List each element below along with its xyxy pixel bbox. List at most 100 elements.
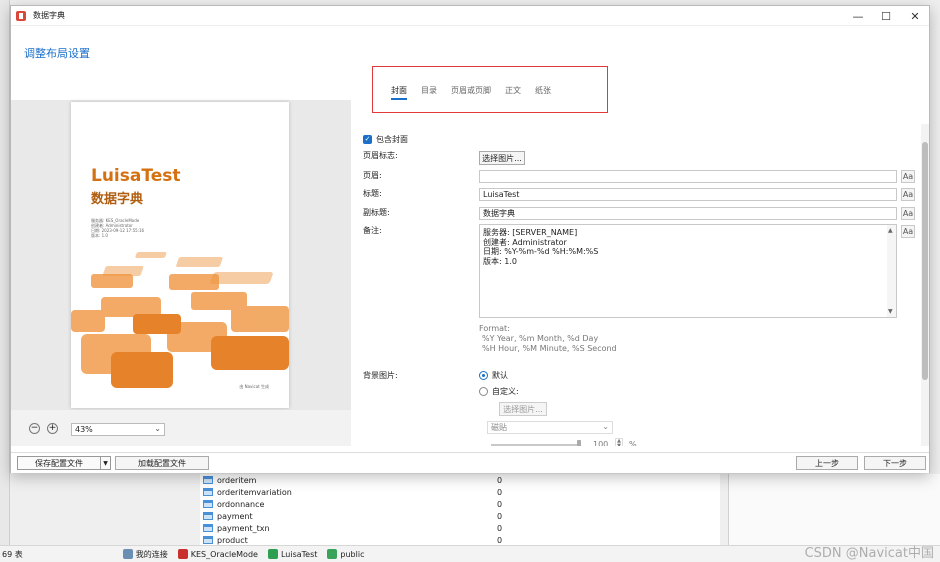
opacity-slider-handle[interactable] <box>577 440 581 446</box>
choose-logo-button[interactable]: 选择图片... <box>479 151 525 165</box>
status-server: KES_OracleMode <box>177 549 258 559</box>
cover-info: 服务器: KES_OracleMode 创建者: Administrator 日… <box>91 218 144 238</box>
preview-zoom-controls: − + 43% ⌄ <box>11 410 351 446</box>
tab-cover[interactable]: 封面 <box>391 85 407 100</box>
cover-artwork <box>71 252 289 388</box>
table-name: ordonnance <box>217 499 265 509</box>
radio-selected-icon <box>479 371 488 380</box>
tab-toc[interactable]: 目录 <box>421 85 437 100</box>
status-database-label: LuisaTest <box>280 549 318 559</box>
tile-mode-value: 磁贴 <box>491 423 507 432</box>
connections-icon <box>122 549 133 559</box>
tab-body[interactable]: 正文 <box>505 85 521 100</box>
data-dictionary-dialog: 数据字典 — ☐ ✕ 调整布局设置 封面 目录 页眉或页脚 正文 纸张 Luis… <box>10 5 930 473</box>
table-row[interactable]: orderitem 0 <box>200 474 720 486</box>
format-help-line: %Y Year, %m Month, %d Day <box>482 334 599 343</box>
page-header-label: 页眉: <box>363 171 382 180</box>
tab-header-footer[interactable]: 页眉或页脚 <box>451 85 491 100</box>
format-help-text: Format: %Y Year, %m Month, %d Day %H Hou… <box>479 324 617 354</box>
tab-paper[interactable]: 纸张 <box>535 85 551 100</box>
window-title: 数据字典 <box>33 11 65 20</box>
table-row[interactable]: orderitemvariation 0 <box>200 486 720 498</box>
database-icon <box>267 549 278 559</box>
scroll-down-icon[interactable]: ▼ <box>888 307 893 317</box>
cover-preview-page: LuisaTest 数据字典 服务器: KES_OracleMode 创建者: … <box>71 102 289 408</box>
notes-textarea[interactable]: 服务器: [SERVER_NAME] 创建者: Administrator 日期… <box>479 224 897 318</box>
subtitle-input[interactable]: 数据字典 <box>479 207 897 220</box>
status-database: LuisaTest <box>267 549 318 559</box>
background-left-panel <box>0 0 10 545</box>
title-input[interactable]: LuisaTest <box>479 188 897 201</box>
include-cover-checkbox[interactable]: ✓ 包含封面 <box>363 134 408 145</box>
subtitle-font-button[interactable]: Aa <box>901 207 915 220</box>
notes-line: 版本: 1.0 <box>483 256 517 266</box>
radio-unselected-icon <box>479 387 488 396</box>
header-logo-label: 页眉标志: <box>363 151 398 160</box>
table-icon <box>203 512 213 520</box>
notes-font-button[interactable]: Aa <box>901 225 915 238</box>
table-name: orderitem <box>217 475 257 485</box>
previous-step-button[interactable]: 上一步 <box>796 456 858 470</box>
table-row-count: 0 <box>497 475 503 485</box>
zoom-value: 43% <box>75 425 93 434</box>
table-row-count: 0 <box>497 535 503 545</box>
zoom-select[interactable]: 43% ⌄ <box>71 423 165 436</box>
schema-icon <box>327 549 338 559</box>
kes-server-icon <box>177 549 188 559</box>
table-name: product <box>217 535 248 545</box>
table-row-count: 0 <box>497 523 503 533</box>
format-help-line: Format: <box>479 324 510 333</box>
format-help-line: %H Hour, %M Minute, %S Second <box>482 344 617 353</box>
cover-footer: 由 Navicat 生成 <box>239 384 269 389</box>
zoom-out-button[interactable]: − <box>29 423 40 434</box>
tile-mode-select[interactable]: 磁贴 ⌄ <box>487 421 613 434</box>
zoom-in-button[interactable]: + <box>47 423 58 434</box>
table-row[interactable]: payment 0 <box>200 510 720 522</box>
checkmark-icon: ✓ <box>363 135 372 144</box>
page-header-font-button[interactable]: Aa <box>901 170 915 183</box>
next-step-button[interactable]: 下一步 <box>864 456 926 470</box>
page-title: 调整布局设置 <box>24 47 90 60</box>
title-label: 标题: <box>363 189 382 198</box>
notes-label: 备注: <box>363 226 382 235</box>
status-schema: public <box>327 549 364 559</box>
bg-default-label: 默认 <box>492 371 508 380</box>
chevron-down-icon: ⌄ <box>602 422 609 431</box>
subtitle-label: 副标题: <box>363 208 390 217</box>
scrollbar-thumb[interactable] <box>922 142 928 380</box>
table-row-count: 0 <box>497 511 503 521</box>
table-icon <box>203 500 213 508</box>
table-row[interactable]: payment_txn 0 <box>200 522 720 534</box>
settings-scrollbar[interactable] <box>921 124 929 446</box>
dropdown-arrow-icon[interactable]: ▼ <box>101 457 110 469</box>
table-count: 69 表 <box>2 549 23 559</box>
choose-bg-image-button[interactable]: 选择图片... <box>499 402 547 416</box>
save-config-button[interactable]: 保存配置文件 <box>18 457 101 469</box>
opacity-value[interactable]: 100 <box>593 440 608 446</box>
bg-custom-radio[interactable]: 自定义: <box>479 386 519 397</box>
bg-default-radio[interactable]: 默认 <box>479 370 508 381</box>
close-button[interactable]: ✕ <box>900 8 930 24</box>
load-config-button[interactable]: 加载配置文件 <box>115 456 209 470</box>
table-row[interactable]: ordonnance 0 <box>200 498 720 510</box>
app-icon <box>16 10 26 21</box>
opacity-unit: % <box>629 440 637 446</box>
save-config-split-button[interactable]: 保存配置文件 ▼ <box>17 456 111 470</box>
tabs-highlight-box: 封面 目录 页眉或页脚 正文 纸张 <box>372 66 608 113</box>
scroll-up-icon[interactable]: ▲ <box>888 226 893 236</box>
opacity-stepper[interactable]: ▲ ▼ <box>615 438 623 446</box>
notes-scrollbar[interactable]: ▲ ▼ <box>887 225 896 317</box>
dialog-button-bar: 保存配置文件 ▼ 加载配置文件 上一步 下一步 <box>11 452 929 473</box>
title-font-button[interactable]: Aa <box>901 188 915 201</box>
table-icon <box>203 524 213 532</box>
minimize-button[interactable]: — <box>843 8 873 24</box>
table-row-count: 0 <box>497 499 503 509</box>
opacity-slider-track[interactable] <box>491 444 577 446</box>
maximize-button[interactable]: ☐ <box>871 8 901 24</box>
cover-settings-form: ✓ 包含封面 页眉标志: 选择图片... 页眉: Aa 标题: LuisaTes… <box>361 124 919 446</box>
notes-line: 创建者: Administrator <box>483 237 567 247</box>
page-header-input[interactable] <box>479 170 897 183</box>
chevron-down-icon: ⌄ <box>154 424 161 433</box>
status-schema-label: public <box>340 549 365 559</box>
cover-preview-pane: LuisaTest 数据字典 服务器: KES_OracleMode 创建者: … <box>11 100 351 410</box>
